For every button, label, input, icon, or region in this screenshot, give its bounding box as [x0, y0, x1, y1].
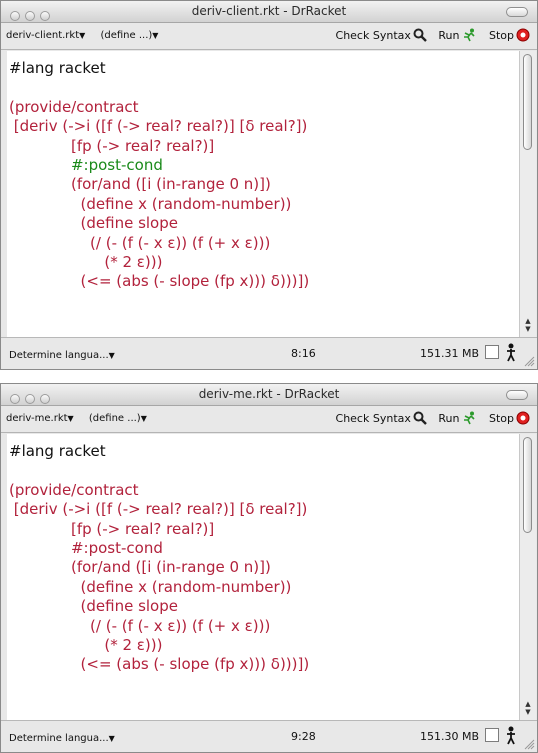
memory-usage[interactable]: 151.30 MB — [420, 730, 479, 743]
magnifier-icon — [413, 28, 427, 42]
code-line: (for/and ([i (in-range 0 n)]) — [9, 175, 271, 194]
code-line: (provide/contract — [9, 97, 139, 116]
window-title: deriv-me.rkt - DrRacket — [198, 387, 340, 401]
scroll-arrows-icon[interactable]: ▲ ▼ — [520, 700, 536, 718]
code-area[interactable]: #lang racket (provide/contract [deriv (-… — [7, 434, 519, 675]
walker-icon — [507, 726, 515, 745]
language-label: Determine langua... — [9, 350, 109, 361]
define-menu-label: (define ...) — [100, 30, 153, 41]
stop-button[interactable]: Stop — [489, 411, 530, 425]
code-line: #:post-cond — [9, 156, 163, 175]
title-bar[interactable]: deriv-me.rkt - DrRacket — [1, 384, 537, 406]
stop-icon — [516, 411, 530, 425]
vertical-scrollbar[interactable]: ▲ ▼ — [519, 434, 536, 720]
code-line: (provide/contract — [9, 480, 139, 499]
cursor-position: 9:28 — [291, 730, 316, 743]
code-line: (for/and ([i (in-range 0 n)]) — [9, 558, 271, 577]
define-menu[interactable]: (define ...)▼ — [100, 30, 158, 41]
stop-button[interactable]: Stop — [489, 28, 530, 42]
memory-usage[interactable]: 151.31 MB — [420, 347, 479, 360]
resize-grip-icon[interactable] — [524, 356, 535, 367]
drracket-window-me: deriv-me.rkt - DrRacket deriv-me.rkt▼ (d… — [0, 383, 538, 753]
chevron-down-icon: ▼ — [79, 31, 86, 40]
status-bar: Determine langua...▼ 8:16 151.31 MB — [1, 337, 537, 369]
file-menu[interactable]: deriv-me.rkt▼ — [6, 413, 74, 424]
code-line: (define slope — [9, 597, 178, 616]
scroll-thumb[interactable] — [523, 437, 532, 533]
scroll-arrows-icon[interactable]: ▲ ▼ — [520, 317, 536, 335]
definitions-editor[interactable]: #lang racket (provide/contract [deriv (-… — [7, 51, 519, 337]
language-menu[interactable]: Determine langua...▼ — [9, 733, 115, 744]
vertical-scrollbar[interactable]: ▲ ▼ — [519, 51, 536, 337]
code-line: (define slope — [9, 214, 178, 233]
file-menu-label: deriv-me.rkt — [6, 413, 68, 424]
file-menu-label: deriv-client.rkt — [6, 30, 80, 41]
code-line: [fp (-> real? real?)] — [9, 136, 215, 155]
memory-box[interactable] — [485, 728, 499, 742]
definitions-editor[interactable]: #lang racket (provide/contract [deriv (-… — [7, 434, 519, 720]
code-line: (define x (random-number)) — [9, 194, 292, 213]
status-bar: Determine langua...▼ 9:28 151.30 MB — [1, 720, 537, 752]
check-syntax-label: Check Syntax — [335, 29, 411, 42]
stop-label: Stop — [488, 412, 514, 425]
code-line: (* 2 ε))) — [9, 253, 163, 272]
language-label: Determine langua... — [9, 733, 109, 744]
run-label: Run — [438, 412, 460, 425]
check-syntax-button[interactable]: Check Syntax — [336, 28, 427, 42]
running-figure-icon — [464, 411, 476, 425]
run-label: Run — [438, 29, 460, 42]
walker-icon — [507, 343, 515, 362]
code-line: (/ (- (f (- x ε)) (f (+ x ε))) — [9, 233, 271, 252]
scroll-thumb[interactable] — [523, 54, 532, 150]
toolbar: deriv-client.rkt▼ (define ...)▼ Check Sy… — [1, 23, 537, 50]
code-line: #:post-cond — [9, 539, 163, 558]
magnifier-icon — [413, 411, 427, 425]
code-line: (define x (random-number)) — [9, 577, 292, 596]
check-syntax-label: Check Syntax — [335, 412, 411, 425]
toolbar: deriv-me.rkt▼ (define ...)▼ Check Syntax… — [1, 406, 537, 433]
stop-icon — [516, 28, 530, 42]
title-bar[interactable]: deriv-client.rkt - DrRacket — [1, 1, 537, 23]
chevron-down-icon: ▼ — [108, 351, 115, 360]
toolbar-toggle-icon[interactable] — [506, 390, 528, 400]
code-line: #lang racket — [9, 442, 106, 460]
code-line: [deriv (->i ([f (-> real? real?)] [δ rea… — [9, 117, 308, 136]
code-line: (<= (abs (- slope (fp x))) δ)))]) — [9, 272, 310, 291]
define-menu[interactable]: (define ...)▼ — [89, 413, 147, 424]
cursor-position: 8:16 — [291, 347, 316, 360]
code-area[interactable]: #lang racket (provide/contract [deriv (-… — [7, 51, 519, 292]
running-figure-icon — [464, 28, 476, 42]
code-line: [deriv (->i ([f (-> real? real?)] [δ rea… — [9, 500, 308, 519]
drracket-window-client: deriv-client.rkt - DrRacket deriv-client… — [0, 0, 538, 370]
toolbar-toggle-icon[interactable] — [506, 7, 528, 17]
code-line: (<= (abs (- slope (fp x))) δ)))]) — [9, 655, 310, 674]
chevron-down-icon: ▼ — [152, 31, 159, 40]
check-syntax-button[interactable]: Check Syntax — [336, 411, 427, 425]
chevron-down-icon: ▼ — [108, 734, 115, 743]
code-line: (/ (- (f (- x ε)) (f (+ x ε))) — [9, 616, 271, 635]
chevron-down-icon: ▼ — [67, 414, 74, 423]
language-menu[interactable]: Determine langua...▼ — [9, 350, 115, 361]
resize-grip-icon[interactable] — [524, 739, 535, 750]
stop-label: Stop — [488, 29, 514, 42]
define-menu-label: (define ...) — [88, 413, 141, 424]
run-button[interactable]: Run — [438, 28, 477, 42]
run-button[interactable]: Run — [438, 411, 477, 425]
file-menu[interactable]: deriv-client.rkt▼ — [6, 30, 85, 41]
window-title: deriv-client.rkt - DrRacket — [191, 4, 347, 18]
chevron-down-icon: ▼ — [140, 414, 147, 423]
code-line: #lang racket — [9, 59, 106, 77]
code-line: (* 2 ε))) — [9, 636, 163, 655]
code-line: [fp (-> real? real?)] — [9, 519, 215, 538]
memory-box[interactable] — [485, 345, 499, 359]
